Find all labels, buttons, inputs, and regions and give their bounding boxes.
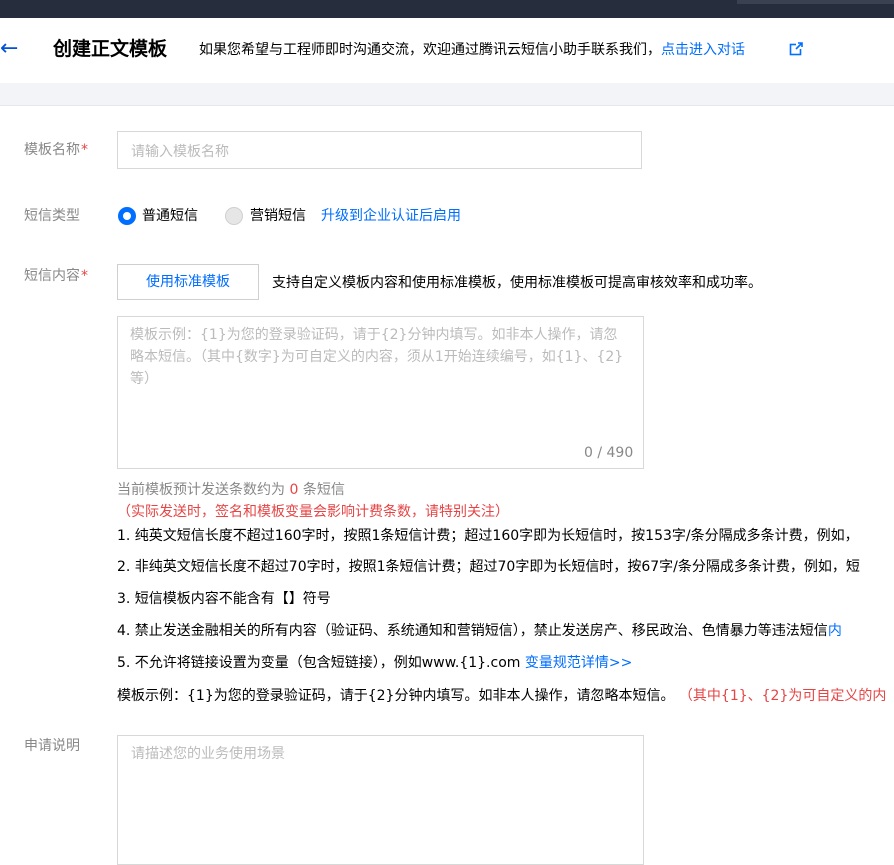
- billing-warning: （实际发送时，签名和模板变量会影响计费条数，请特别关注）: [117, 504, 509, 520]
- header-divider-band: [0, 83, 894, 106]
- required-mark: *: [81, 142, 88, 158]
- rule-item: 5. 不允许将链接设置为变量（包含短链接），例如www.{1}.com 变量规范…: [117, 653, 632, 673]
- template-name-input[interactable]: 请输入模板名称: [117, 131, 642, 169]
- template-example-text: 模板示例：{1}为您的登录验证码，请于{2}分钟内填写。如非本人操作，请忽略本短…: [117, 688, 675, 704]
- back-arrow-icon[interactable]: ←: [0, 37, 20, 61]
- template-example: 模板示例：{1}为您的登录验证码，请于{2}分钟内填写。如非本人操作，请忽略本短…: [117, 686, 886, 706]
- enter-chat-link[interactable]: 点击进入对话: [661, 42, 745, 58]
- standard-template-hint: 支持自定义模板内容和使用标准模板，使用标准模板可提高审核效率和成功率。: [272, 275, 762, 291]
- application-desc-textarea[interactable]: 请描述您的业务使用场景: [117, 735, 644, 865]
- template-name-placeholder: 请输入模板名称: [131, 144, 229, 160]
- rule-item: 2. 非纯英文短信长度不超过70字时，按照1条短信计费；超过70字即为长短信时，…: [117, 559, 860, 575]
- sms-content-placeholder: 模板示例：{1}为您的登录验证码，请于{2}分钟内填写。如非本人操作，请忽略本短…: [130, 327, 624, 387]
- rule-4-link[interactable]: 内: [828, 623, 842, 639]
- rule-item: 4. 禁止发送金融相关的所有内容（验证码、系统通知和营销短信），禁止发送房产、移…: [117, 621, 842, 641]
- radio-marketing-sms-label[interactable]: 营销短信: [250, 206, 306, 226]
- template-example-note: （其中{1}、{2}为可自定义的内: [678, 688, 887, 704]
- application-desc-label: 申请说明: [24, 738, 80, 754]
- variable-spec-link[interactable]: 变量规范详情>>: [525, 655, 632, 671]
- sms-content-label-text: 短信内容: [24, 268, 80, 284]
- radio-marketing-sms[interactable]: [225, 207, 243, 225]
- estimate-line: 当前模板预计发送条数约为 0 条短信: [117, 480, 345, 500]
- external-link-icon[interactable]: [789, 42, 803, 56]
- radio-normal-sms-label[interactable]: 普通短信: [142, 206, 198, 226]
- top-nav-bar: [0, 0, 894, 18]
- rule-item: 1. 纯英文短信长度不超过160字时，按照1条短信计费；超过160字即为长短信时…: [117, 528, 859, 544]
- sms-content-label: 短信内容*: [24, 266, 88, 286]
- char-counter: 0 / 490: [584, 445, 634, 461]
- estimate-suffix: 条短信: [302, 482, 345, 498]
- rule-5-text: 5. 不允许将链接设置为变量（包含短链接），例如www.{1}.com: [117, 655, 521, 671]
- upgrade-link[interactable]: 升级到企业认证后启用: [321, 206, 461, 226]
- required-mark: *: [81, 268, 88, 284]
- top-nav-search-area[interactable]: [737, 0, 894, 4]
- sms-content-textarea[interactable]: 模板示例：{1}为您的登录验证码，请于{2}分钟内填写。如非本人操作，请忽略本短…: [117, 316, 644, 469]
- estimate-count: 0: [289, 482, 299, 498]
- use-standard-template-button[interactable]: 使用标准模板: [117, 264, 259, 300]
- rule-4-text: 4. 禁止发送金融相关的所有内容（验证码、系统通知和营销短信），禁止发送房产、移…: [117, 623, 828, 639]
- estimate-prefix: 当前模板预计发送条数约为: [117, 482, 285, 498]
- page-title: 创建正文模板: [53, 38, 168, 60]
- rule-item: 3. 短信模板内容不能含有【】符号: [117, 591, 331, 607]
- template-name-label: 模板名称*: [24, 140, 88, 160]
- assistant-hint-text: 如果您希望与工程师即时沟通交流，欢迎通过腾讯云短信小助手联系我们，: [199, 42, 661, 58]
- radio-normal-sms[interactable]: [118, 207, 136, 225]
- assistant-hint: 如果您希望与工程师即时沟通交流，欢迎通过腾讯云短信小助手联系我们，点击进入对话: [199, 40, 745, 60]
- template-name-label-text: 模板名称: [24, 142, 80, 158]
- application-desc-placeholder: 请描述您的业务使用场景: [131, 746, 285, 762]
- sms-type-label: 短信类型: [24, 208, 80, 224]
